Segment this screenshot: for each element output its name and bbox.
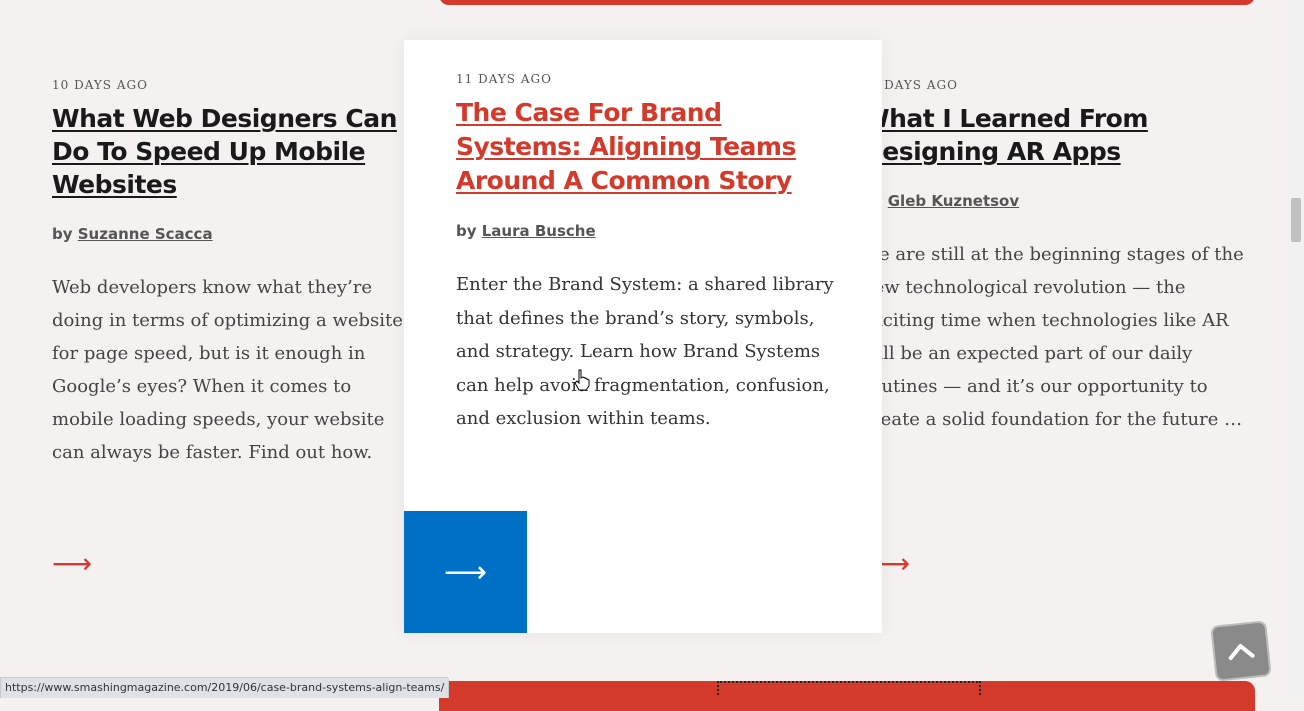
byline-prefix: by bbox=[52, 225, 73, 243]
article-date: 11 days ago bbox=[456, 72, 552, 86]
article-date: 11 days ago bbox=[870, 78, 958, 92]
article-card-featured[interactable]: 11 days ago The Case For Brand Systems: … bbox=[404, 40, 882, 633]
article-byline: by Gleb Kuznetsov bbox=[870, 192, 1250, 210]
article-title-link[interactable]: What I Learned From Designing AR Apps bbox=[870, 102, 1250, 168]
scrollbar-thumb[interactable] bbox=[1291, 198, 1301, 242]
back-to-top-button[interactable] bbox=[1210, 620, 1272, 682]
read-more-arrow-icon[interactable]: ⟶ bbox=[52, 550, 92, 578]
status-bar-url: https://www.smashingmagazine.com/2019/06… bbox=[0, 677, 450, 698]
article-title-link[interactable]: What Web Designers Can Do To Speed Up Mo… bbox=[52, 102, 412, 201]
author-link[interactable]: Gleb Kuznetsov bbox=[888, 192, 1019, 210]
byline-prefix: by bbox=[456, 222, 477, 240]
focus-outline bbox=[717, 681, 981, 695]
article-date: 10 days ago bbox=[52, 78, 148, 92]
read-more-button[interactable]: ⟶ bbox=[404, 511, 527, 633]
author-link[interactable]: Suzanne Scacca bbox=[78, 225, 213, 243]
article-excerpt: We are still at the beginning stages of … bbox=[870, 244, 1244, 430]
article-title-link[interactable]: The Case For Brand Systems: Aligning Tea… bbox=[456, 96, 836, 198]
chevron-up-icon bbox=[1228, 644, 1255, 661]
article-byline: by Laura Busche bbox=[456, 222, 836, 240]
article-card-left: 10 days ago What Web Designers Can Do To… bbox=[52, 78, 412, 469]
hand-pointer-icon bbox=[574, 369, 590, 395]
article-card-right: 11 days ago What I Learned From Designin… bbox=[870, 78, 1250, 436]
article-excerpt: Web developers know what they’re doing i… bbox=[52, 277, 403, 463]
author-link[interactable]: Laura Busche bbox=[482, 222, 596, 240]
page-scrollbar[interactable] bbox=[1286, 0, 1304, 697]
bottom-section-banner bbox=[439, 681, 1255, 711]
top-section-banner bbox=[439, 0, 1255, 5]
article-byline: by Suzanne Scacca bbox=[52, 225, 412, 243]
article-excerpt: Enter the Brand System: a shared library… bbox=[456, 274, 834, 429]
arrow-right-icon: ⟶ bbox=[443, 554, 487, 590]
